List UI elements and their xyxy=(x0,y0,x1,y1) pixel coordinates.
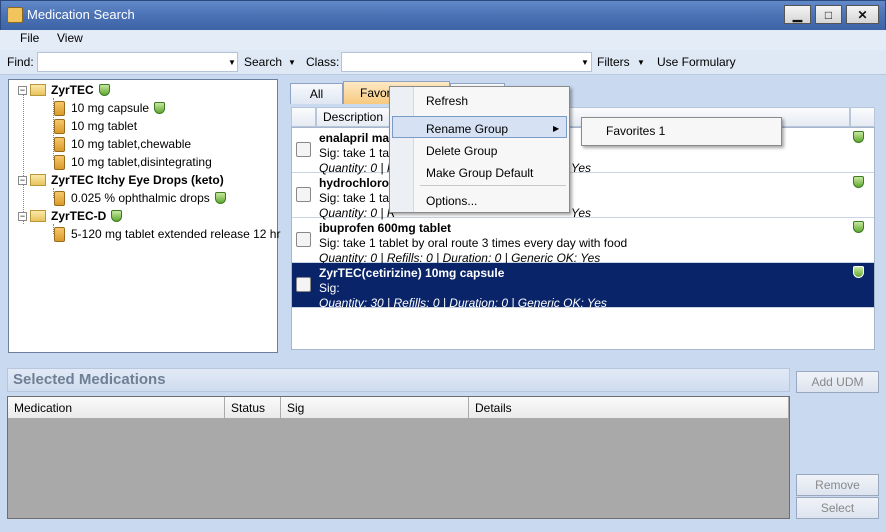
close-button[interactable]: ✕ xyxy=(846,5,879,24)
tree-item[interactable]: 5-120 mg tablet extended release 12 hr xyxy=(54,225,280,243)
med-name: hydrochlorot xyxy=(319,176,393,190)
folder-icon xyxy=(30,210,46,222)
use-formulary-button[interactable]: Use Formulary xyxy=(657,55,736,69)
medication-tree[interactable]: − ZyrTEC 10 mg capsule 10 mg tablet 10 m… xyxy=(8,79,280,353)
pill-bottle-icon xyxy=(54,118,65,134)
selected-medications-grid[interactable]: Medication Status Sig Details xyxy=(7,396,790,519)
med-sig: Sig: take 1 tablet by oral route 3 times… xyxy=(319,236,628,250)
tree-item-label: 10 mg tablet,chewable xyxy=(71,137,192,151)
tree-item[interactable]: 10 mg capsule xyxy=(54,99,166,117)
pill-bottle-icon xyxy=(54,190,65,206)
filters-dropdown-icon[interactable]: ▼ xyxy=(637,58,645,67)
window-title: Medication Search xyxy=(27,7,135,22)
context-menu: Refresh Rename Group ▶ Delete Group Make… xyxy=(389,86,570,213)
filters-button[interactable]: Filters xyxy=(597,55,630,69)
collapse-icon[interactable]: − xyxy=(18,211,27,221)
find-input[interactable] xyxy=(37,52,238,72)
collapse-icon[interactable]: − xyxy=(18,85,27,95)
formulary-icon xyxy=(111,210,123,222)
icon-column-header xyxy=(291,107,316,127)
pill-bottle-icon xyxy=(54,100,65,116)
search-dropdown-icon[interactable]: ▼ xyxy=(288,58,296,67)
menu-refresh[interactable]: Refresh xyxy=(426,94,468,108)
folder-icon xyxy=(30,174,46,186)
menu-bar xyxy=(0,30,886,50)
favorites-list[interactable]: enalapril mal Sig: take 1 tabl Quantity:… xyxy=(291,127,875,350)
med-meta: Quantity: 30 | Refills: 0 | Duration: 0 … xyxy=(319,296,607,310)
tree-item[interactable]: 10 mg tablet,chewable xyxy=(54,135,191,153)
app-icon xyxy=(7,7,23,23)
prescription-icon xyxy=(296,142,311,157)
menu-view[interactable]: View xyxy=(57,31,83,45)
pill-bottle-icon xyxy=(54,226,65,242)
group-label: ZyrTEC xyxy=(51,83,94,97)
tree-group-zyrtec-itchy-eye-drops[interactable]: − ZyrTEC Itchy Eye Drops (keto) xyxy=(18,171,224,189)
formulary-icon xyxy=(154,102,166,114)
formulary-icon xyxy=(853,131,864,143)
menu-make-group-default[interactable]: Make Group Default xyxy=(426,166,533,180)
pill-bottle-icon xyxy=(54,154,65,170)
prescription-icon xyxy=(296,277,311,292)
context-menu-icon-strip xyxy=(390,87,414,212)
collapse-icon[interactable]: − xyxy=(18,175,27,185)
search-button[interactable]: Search xyxy=(244,55,282,69)
find-dropdown-icon[interactable]: ▼ xyxy=(228,58,236,67)
prescription-icon xyxy=(296,232,311,247)
class-label: Class: xyxy=(306,55,340,69)
med-name: ibuprofen 600mg tablet xyxy=(319,221,452,235)
column-medication[interactable]: Medication xyxy=(8,397,225,419)
formulary-icon xyxy=(853,266,864,278)
select-button[interactable]: Select xyxy=(796,497,879,519)
maximize-button[interactable]: □ xyxy=(815,5,842,24)
list-item[interactable]: hydrochlorot Sig: take 1 tab Quantity: 0… xyxy=(292,173,874,220)
med-name: enalapril mal xyxy=(319,131,393,145)
tree-item-label: 0.025 % ophthalmic drops xyxy=(71,191,210,205)
column-sig[interactable]: Sig xyxy=(281,397,469,419)
formulary-icon xyxy=(214,192,226,204)
find-label: Find: xyxy=(7,55,34,69)
minimize-button[interactable]: ▁ xyxy=(784,5,811,24)
class-dropdown-icon[interactable]: ▼ xyxy=(581,58,589,67)
prescription-icon xyxy=(296,187,311,202)
med-name: ZyrTEC(cetirizine) 10mg capsule xyxy=(319,266,505,280)
menu-separator xyxy=(420,185,566,186)
tree-item[interactable]: 10 mg tablet,disintegrating xyxy=(54,153,212,171)
med-sig: Sig: take 1 tab xyxy=(319,191,396,205)
rename-group-submenu: Favorites 1 xyxy=(581,117,782,146)
remove-button[interactable]: Remove xyxy=(796,474,879,496)
tree-item-label: 10 mg tablet xyxy=(71,119,138,133)
folder-icon xyxy=(30,84,46,96)
formulary-icon xyxy=(98,84,110,96)
tree-item-label: 10 mg tablet,disintegrating xyxy=(71,155,212,169)
tree-group-zyrtec-d[interactable]: − ZyrTEC-D xyxy=(18,207,123,225)
med-sig: Sig: take 1 tabl xyxy=(319,146,399,160)
submenu-arrow-icon: ▶ xyxy=(553,124,560,133)
menu-file[interactable]: File xyxy=(20,31,39,45)
med-sig: Sig: xyxy=(319,281,340,295)
tree-group-zyrtec[interactable]: − ZyrTEC xyxy=(18,81,110,99)
formulary-icon xyxy=(853,221,864,233)
add-udm-button[interactable]: Add UDM xyxy=(796,371,879,393)
list-item-selected[interactable]: ZyrTEC(cetirizine) 10mg capsule Sig: Qua… xyxy=(292,263,874,310)
column-status[interactable]: Status xyxy=(225,397,281,419)
tree-item-label: 10 mg capsule xyxy=(71,101,150,115)
tree-item[interactable]: 10 mg tablet xyxy=(54,117,137,135)
formulary-column-header xyxy=(850,107,875,127)
selected-medications-header: Selected Medications xyxy=(7,368,790,392)
group-label: ZyrTEC Itchy Eye Drops (keto) xyxy=(51,173,224,187)
column-details[interactable]: Details xyxy=(469,397,789,419)
tree-item[interactable]: 0.025 % ophthalmic drops xyxy=(54,189,226,207)
menu-rename-group[interactable]: Rename Group xyxy=(426,122,508,136)
tree-item-label: 5-120 mg tablet extended release 12 hr xyxy=(71,227,281,241)
class-input[interactable] xyxy=(341,52,592,72)
group-label: ZyrTEC-D xyxy=(51,209,107,223)
formulary-icon xyxy=(853,176,864,188)
submenu-favorites-1[interactable]: Favorites 1 xyxy=(606,124,665,138)
tab-all[interactable]: All xyxy=(290,83,343,104)
pill-bottle-icon xyxy=(54,136,65,152)
menu-delete-group[interactable]: Delete Group xyxy=(426,144,497,158)
menu-options[interactable]: Options... xyxy=(426,194,477,208)
list-item[interactable]: ibuprofen 600mg tablet Sig: take 1 table… xyxy=(292,218,874,265)
selected-medications-title: Selected Medications xyxy=(13,371,166,388)
